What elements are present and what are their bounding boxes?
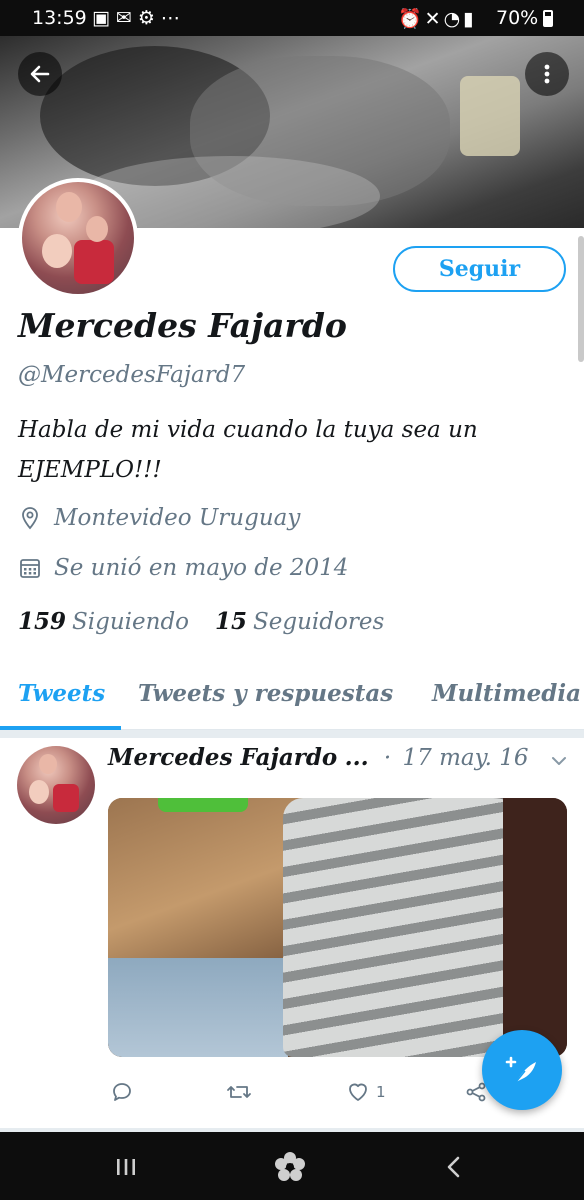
system-nav-bar bbox=[0, 1132, 584, 1200]
battery-percent: 70% bbox=[496, 7, 539, 29]
joined-text: Se unió en mayo de 2014 bbox=[54, 555, 349, 581]
profile-tabs: Tweets Tweets y respuestas Multimedia bbox=[0, 666, 584, 730]
followers-count: 15 bbox=[215, 608, 248, 635]
profile-name: Mercedes Fajardo bbox=[18, 306, 347, 345]
back-arrow-icon bbox=[30, 65, 50, 83]
recent-apps-button[interactable] bbox=[106, 1150, 146, 1184]
chevron-down-icon[interactable] bbox=[550, 752, 568, 770]
alarm-icon: ⏰ bbox=[398, 8, 425, 30]
followers-label: Seguidores bbox=[253, 609, 385, 635]
like-button[interactable]: 1 bbox=[346, 1080, 386, 1104]
compose-feather-icon bbox=[505, 1056, 536, 1083]
reply-icon bbox=[113, 1083, 131, 1101]
wifi-icon: ◔ bbox=[443, 8, 464, 30]
back-button[interactable] bbox=[18, 52, 62, 96]
avatar-detail bbox=[42, 234, 72, 268]
image-detail bbox=[503, 798, 567, 1057]
avatar-detail bbox=[53, 784, 79, 812]
like-count: 1 bbox=[376, 1083, 386, 1101]
tweet-header: Mercedes Fajardo ... · 17 may. 16 bbox=[108, 744, 528, 771]
avatar-detail bbox=[39, 754, 57, 774]
tweet-author[interactable]: Mercedes Fajardo bbox=[108, 744, 337, 771]
tweet-ellipsis: ... bbox=[344, 744, 369, 771]
tweet-date[interactable]: 17 may. 16 bbox=[403, 745, 529, 771]
compose-tweet-button[interactable] bbox=[482, 1030, 562, 1110]
following-label: Siguiendo bbox=[72, 609, 190, 635]
profile-handle: @MercedesFajard7 bbox=[18, 362, 246, 388]
banner-shape bbox=[460, 76, 520, 156]
home-button[interactable] bbox=[270, 1150, 310, 1184]
profile-avatar[interactable] bbox=[18, 178, 138, 298]
battery-icon bbox=[543, 10, 553, 27]
following-link[interactable]: 159 Siguiendo bbox=[18, 608, 189, 635]
divider bbox=[0, 730, 584, 738]
tab-tweets-replies[interactable]: Tweets y respuestas bbox=[138, 680, 393, 707]
reply-button[interactable] bbox=[110, 1080, 134, 1104]
avatar-detail bbox=[74, 240, 114, 284]
mute-icon: ✕ bbox=[424, 8, 444, 30]
tweet-image[interactable] bbox=[108, 798, 567, 1057]
retweet-icon bbox=[227, 1086, 251, 1098]
home-flower-icon bbox=[275, 1152, 305, 1181]
back-chevron-icon bbox=[447, 1156, 460, 1178]
scrollbar[interactable] bbox=[578, 236, 584, 362]
follow-button[interactable]: Seguir bbox=[393, 246, 566, 292]
heart-icon bbox=[349, 1083, 367, 1101]
system-back-button[interactable] bbox=[434, 1150, 474, 1184]
profile-location: Montevideo Uruguay bbox=[18, 505, 300, 531]
vertical-dots-icon bbox=[544, 64, 550, 84]
status-time: 13:59 bbox=[32, 7, 87, 29]
avatar-detail bbox=[56, 192, 82, 222]
location-text: Montevideo Uruguay bbox=[54, 505, 301, 531]
tweet-separator: · bbox=[383, 745, 392, 771]
calendar-icon bbox=[20, 559, 40, 578]
status-left-icons: ▣✉⚙⋯ bbox=[92, 7, 186, 29]
tab-media[interactable]: Multimedia bbox=[432, 680, 581, 707]
avatar-detail bbox=[86, 216, 108, 242]
image-icon: ▣ bbox=[92, 7, 116, 29]
image-detail bbox=[158, 798, 248, 812]
more-options-button[interactable] bbox=[525, 52, 569, 96]
recent-apps-icon bbox=[117, 1159, 135, 1175]
followers-link[interactable]: 15 Seguidores bbox=[215, 608, 384, 635]
location-pin-icon bbox=[22, 507, 38, 530]
image-detail bbox=[108, 958, 288, 1057]
image-detail bbox=[283, 798, 533, 1057]
retweet-button[interactable] bbox=[226, 1080, 252, 1104]
tab-tweets[interactable]: Tweets bbox=[18, 680, 105, 707]
signal-icon: ▮ bbox=[463, 8, 477, 30]
status-bar: 13:59 ▣✉⚙⋯ ⏰✕◔▮ 70% bbox=[0, 0, 584, 36]
profile-counts: 159 Siguiendo 15 Seguidores bbox=[18, 608, 384, 635]
mail-icon: ✉ bbox=[115, 7, 138, 29]
settings-icon: ⚙ bbox=[137, 7, 161, 29]
tweet-avatar[interactable] bbox=[17, 746, 95, 824]
profile-joined: Se unió en mayo de 2014 bbox=[18, 555, 348, 581]
avatar-detail bbox=[29, 780, 49, 804]
status-right-icons: ⏰✕◔▮ bbox=[398, 7, 477, 30]
more-icon: ⋯ bbox=[160, 7, 186, 29]
tweet-actions: 1 bbox=[108, 1080, 498, 1110]
following-count: 159 bbox=[18, 608, 67, 635]
profile-bio: Habla de mi vida cuando la tuya sea un E… bbox=[18, 417, 478, 483]
